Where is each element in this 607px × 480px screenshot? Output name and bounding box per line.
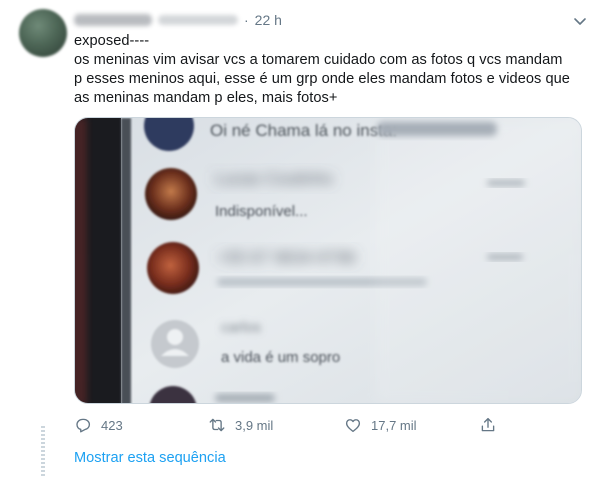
show-thread-link[interactable]: Mostrar esta sequência (74, 450, 226, 466)
chat-name: +55 67 9634-9798 (217, 248, 356, 267)
tweet-text-line: exposed---- (74, 33, 150, 49)
tweet-text-line: as meninas mandam p eles, mais fotos+ (74, 90, 338, 106)
tweet[interactable]: · 22 h exposed---- os meninas vim avisar… (0, 0, 607, 480)
reply-button[interactable]: 423 (74, 414, 123, 436)
author-handle-redacted[interactable] (158, 15, 238, 25)
chat-message: Oi né Chama lá no insta: (210, 121, 397, 140)
tweet-text-line: p esses meninos aqui, esse é um grp onde… (74, 71, 570, 87)
retweet-button[interactable]: 3,9 mil (208, 414, 273, 436)
chat-message: a vida é um sopro (221, 349, 340, 366)
like-button[interactable]: 17,7 mil (344, 414, 417, 436)
chat-message: Indisponível... (215, 203, 308, 220)
chat-name: carlos (221, 319, 261, 336)
photo-content: Oi né Chama lá no insta: Lucas Coutinho … (75, 118, 581, 403)
tweet-actions: 423 3,9 mil 17,7 mil (74, 414, 504, 436)
tweet-text: exposed---- os meninas vim avisar vcs a … (74, 32, 589, 108)
thread-connector (41, 426, 45, 476)
reply-count: 423 (101, 417, 123, 433)
like-count: 17,7 mil (371, 417, 417, 433)
share-icon (481, 417, 495, 432)
like-icon (345, 419, 361, 433)
avatar[interactable] (19, 9, 67, 57)
more-caret-icon[interactable] (572, 13, 588, 29)
share-button[interactable] (479, 414, 506, 436)
separator: · (244, 12, 249, 28)
retweet-count: 3,9 mil (235, 417, 274, 433)
reply-icon (76, 418, 91, 433)
tweet-text-line: os meninas vim avisar vcs a tomarem cuid… (74, 52, 563, 68)
retweet-icon (209, 418, 225, 432)
tweet-photo[interactable]: Oi né Chama lá no insta: Lucas Coutinho … (74, 117, 582, 404)
tweet-time[interactable]: 22 h (255, 12, 282, 28)
tweet-header: · 22 h (74, 10, 282, 30)
chat-name: Lucas Coutinho (215, 169, 333, 188)
author-name-redacted[interactable] (74, 14, 152, 26)
